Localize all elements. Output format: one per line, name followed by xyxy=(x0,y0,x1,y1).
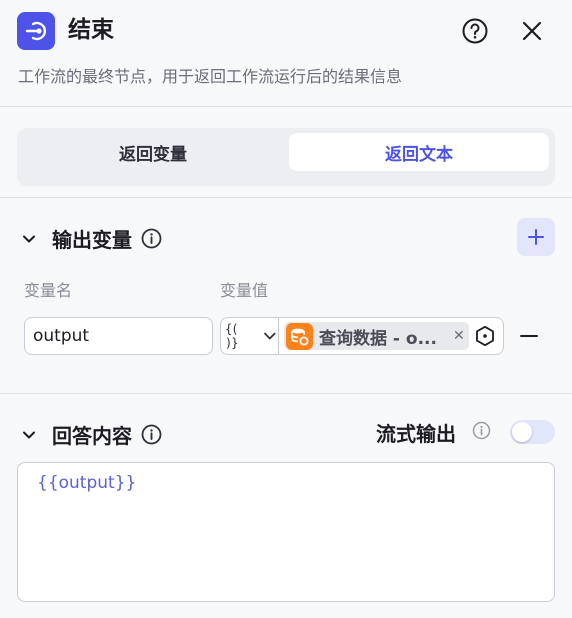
streaming-output-toggle[interactable] xyxy=(510,420,555,444)
minus-icon xyxy=(520,335,538,337)
collapse-chevron-icon[interactable] xyxy=(20,230,38,248)
variable-hexagon-icon xyxy=(476,325,494,347)
object-type-icon: {( )} xyxy=(225,322,238,350)
column-label-value: 变量值 xyxy=(220,281,269,300)
output-variables-section: 输出变量 变量名 变量值 output {( )} 查询数据 - o... ✕ xyxy=(0,199,572,394)
tab-return-text[interactable]: 返回文本 xyxy=(289,133,549,171)
answer-content-header: 回答内容 xyxy=(20,420,162,449)
info-icon[interactable] xyxy=(140,424,162,446)
remove-variable-button[interactable] xyxy=(518,325,540,347)
answer-content-title: 回答内容 xyxy=(52,424,132,448)
type-selector[interactable]: {( )} xyxy=(221,318,279,354)
output-variables-title: 输出变量 xyxy=(52,228,132,252)
answer-content-editor[interactable]: {{output}} xyxy=(17,462,555,602)
node-header: 结束 工作流的最终节点，用于返回工作流运行后的结果信息 xyxy=(0,0,572,107)
streaming-info-icon[interactable] xyxy=(472,421,491,444)
end-node-icon xyxy=(17,12,55,50)
answer-content-section: 回答内容 流式输出 {{output}} xyxy=(0,395,572,618)
chevron-down-icon xyxy=(264,332,276,340)
plus-icon xyxy=(528,229,544,245)
close-button[interactable] xyxy=(517,16,547,46)
reference-label: 查询数据 - o... xyxy=(319,328,437,349)
collapse-chevron-icon[interactable] xyxy=(20,426,38,444)
node-title: 结束 xyxy=(68,17,114,43)
info-icon[interactable] xyxy=(140,228,162,250)
question-circle-icon xyxy=(462,18,488,44)
output-variables-header: 输出变量 xyxy=(20,224,162,253)
variable-value-field: {( )} 查询数据 - o... ✕ xyxy=(220,317,504,355)
variable-name-input[interactable]: output xyxy=(24,317,213,355)
toggle-knob xyxy=(512,422,532,442)
close-icon xyxy=(522,21,542,41)
streaming-output-label: 流式输出 xyxy=(376,422,456,446)
node-description: 工作流的最终节点，用于返回工作流运行后的结果信息 xyxy=(18,67,403,86)
remove-reference-icon[interactable]: ✕ xyxy=(453,328,465,344)
mode-tabs: 返回变量 返回文本 xyxy=(17,128,555,186)
variable-picker-button[interactable] xyxy=(473,324,497,348)
help-button[interactable] xyxy=(460,16,490,46)
add-variable-button[interactable] xyxy=(517,218,555,256)
variable-reference-tag[interactable]: 查询数据 - o... ✕ xyxy=(284,322,469,350)
mode-tabs-section: 返回变量 返回文本 xyxy=(0,108,572,198)
column-label-name: 变量名 xyxy=(24,281,73,300)
tab-return-variables[interactable]: 返回变量 xyxy=(22,133,284,171)
database-icon xyxy=(286,322,313,350)
